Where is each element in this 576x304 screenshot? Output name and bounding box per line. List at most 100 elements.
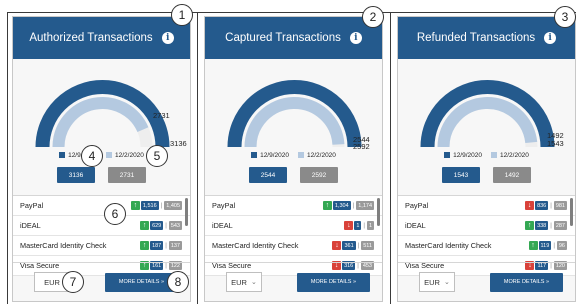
- payment-method-values: ↑ 629 | 543: [140, 221, 182, 230]
- frame-line-left: [7, 12, 8, 304]
- legend-item-previous: 12/2/2020: [106, 152, 144, 159]
- gauge-chart: 1492 1543: [398, 59, 575, 149]
- previous-total-button[interactable]: 1492: [493, 167, 531, 183]
- gauge-arc-previous: [244, 97, 345, 148]
- currency-value: EUR: [231, 277, 247, 287]
- previous-count-badge: 543: [168, 221, 182, 230]
- value-separator: |: [352, 202, 355, 209]
- scrollbar[interactable]: [377, 198, 380, 226]
- payment-method-row[interactable]: MasterCard Identity Check ↑ 187 | 137: [13, 236, 190, 256]
- payment-method-row[interactable]: PayPal ↑ 1,304 | 1,174: [205, 196, 382, 216]
- legend-item-current: 12/9/2020: [251, 152, 289, 159]
- card-title: Refunded Transactions: [416, 32, 536, 44]
- current-count-badge: 361: [342, 241, 356, 250]
- value-separator: |: [165, 242, 167, 249]
- payment-method-values: ↑ 119 | 96: [528, 241, 567, 250]
- payment-method-values: ↑ 187 | 137: [140, 241, 182, 250]
- currency-select[interactable]: EUR ⌄: [226, 272, 262, 292]
- more-details-button[interactable]: MORE DETAILS »: [297, 272, 370, 292]
- refunded-transactions-card: Refunded Transactions i 1492 1543 12/9/2…: [397, 16, 576, 302]
- value-separator: |: [363, 222, 365, 229]
- frame-line-mid-2: [390, 12, 391, 304]
- legend-label-previous: 12/2/2020: [307, 151, 336, 159]
- total-buttons: 3136 2731: [13, 167, 190, 185]
- gauge-chart: 2544 2592: [205, 59, 382, 151]
- card-footer: EUR ⌄ MORE DETAILS »: [205, 262, 382, 301]
- current-count-badge: 1: [354, 221, 362, 230]
- payment-method-values: ↑ 1,304 | 1,174: [322, 201, 374, 210]
- arrow-down-icon: ↓: [525, 201, 535, 210]
- scrollbar[interactable]: [185, 198, 188, 226]
- gauge-inner-label: 2731: [153, 111, 170, 120]
- card-footer: EUR MORE DETAILS »: [13, 262, 190, 301]
- previous-count-badge: 96: [556, 241, 567, 250]
- card-header: Refunded Transactions i: [398, 17, 575, 59]
- legend-label-previous: 12/2/2020: [115, 151, 144, 159]
- current-count-badge: 1,304: [332, 201, 351, 210]
- card-title: Captured Transactions: [225, 32, 341, 44]
- info-icon[interactable]: i: [161, 32, 174, 44]
- current-count-badge: 119: [538, 241, 552, 250]
- gauge-outer-label: 1543: [547, 139, 564, 148]
- value-separator: |: [160, 202, 163, 209]
- currency-value: EUR: [44, 277, 60, 287]
- frame-line-mid-1: [197, 12, 198, 304]
- arrow-up-icon: ↑: [525, 221, 535, 230]
- current-count-badge: 338: [535, 221, 549, 230]
- annotation-marker-7: 7: [62, 271, 84, 293]
- chevron-down-icon: ⌄: [250, 279, 257, 286]
- payment-method-name: MasterCard Identity Check: [20, 241, 107, 250]
- chevron-down-icon: ⌄: [443, 279, 450, 286]
- arrow-down-icon: ↓: [344, 221, 354, 230]
- value-separator: |: [550, 222, 552, 229]
- previous-count-badge: 137: [168, 241, 182, 250]
- arrow-up-icon: ↑: [140, 221, 150, 230]
- current-total-button[interactable]: 1543: [442, 167, 480, 183]
- previous-total-button[interactable]: 2592: [300, 167, 338, 183]
- legend-item-current: 12/9/2020: [444, 152, 482, 159]
- gauge-arc-previous: [52, 97, 149, 148]
- value-separator: |: [165, 222, 167, 229]
- current-total-button[interactable]: 3136: [57, 167, 95, 183]
- card-header: Authorized Transactions i: [13, 17, 190, 59]
- arrow-up-icon: ↑: [140, 241, 150, 250]
- gauge-outer-label: 3136: [170, 139, 187, 148]
- payment-method-row[interactable]: iDEAL ↑ 338 | 287: [398, 216, 575, 236]
- current-total-button[interactable]: 2544: [249, 167, 287, 183]
- legend-swatch-current: [444, 152, 451, 158]
- current-count-badge: 187: [150, 241, 164, 250]
- gauge-arc-previous: [437, 97, 538, 148]
- info-icon[interactable]: i: [544, 32, 557, 44]
- legend: 12/9/2020 12/2/2020: [398, 149, 575, 161]
- legend-item-previous: 12/2/2020: [491, 152, 529, 159]
- payment-method-row[interactable]: MasterCard Identity Check ↑ 119 | 96: [398, 236, 575, 256]
- arrow-up-icon: ↑: [322, 201, 332, 210]
- payment-method-name: iDEAL: [405, 221, 426, 230]
- card-footer: EUR ⌄ MORE DETAILS »: [398, 262, 575, 301]
- currency-select[interactable]: EUR ⌄: [419, 272, 455, 292]
- payment-method-values: ↓ 361 | 511: [332, 241, 374, 250]
- arrow-up-icon: ↑: [130, 201, 140, 210]
- payment-method-name: MasterCard Identity Check: [212, 241, 299, 250]
- previous-total-button[interactable]: 2731: [108, 167, 146, 183]
- annotation-marker-8: 8: [167, 271, 189, 293]
- legend-swatch-previous: [106, 152, 112, 158]
- gauge-chart: 2731 3136: [13, 59, 190, 149]
- value-separator: |: [550, 202, 552, 209]
- payment-method-name: iDEAL: [212, 221, 233, 230]
- payment-method-row[interactable]: PayPal ↓ 836 | 981: [398, 196, 575, 216]
- more-details-button[interactable]: MORE DETAILS »: [490, 272, 563, 292]
- payment-method-row[interactable]: iDEAL ↓ 1 | 1: [205, 216, 382, 236]
- payment-method-row[interactable]: MasterCard Identity Check ↓ 361 | 511: [205, 236, 382, 256]
- previous-count-badge: 981: [553, 201, 567, 210]
- info-icon[interactable]: i: [349, 32, 362, 44]
- scrollbar[interactable]: [570, 198, 573, 226]
- current-count-badge: 1,516: [140, 201, 159, 210]
- legend-swatch-current: [59, 152, 66, 158]
- payment-method-row[interactable]: iDEAL ↑ 629 | 543: [13, 216, 190, 236]
- payment-method-name: PayPal: [405, 201, 429, 210]
- previous-count-badge: 511: [361, 241, 374, 250]
- gauge-svg: [35, 80, 170, 148]
- payment-method-row[interactable]: PayPal ↑ 1,516 | 1,405: [13, 196, 190, 216]
- legend-swatch-previous: [491, 152, 497, 158]
